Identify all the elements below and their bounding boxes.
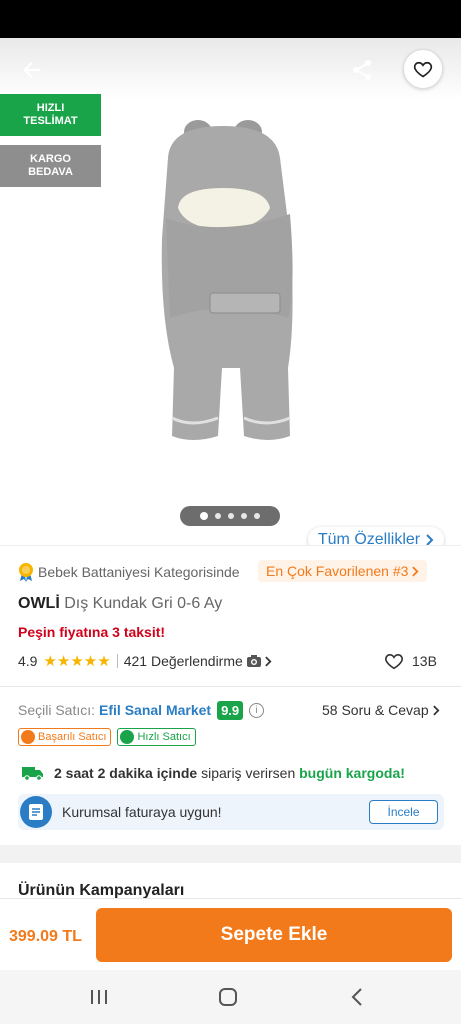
shipping-middle: sipariş verirsen: [197, 765, 300, 781]
qa-link[interactable]: 58 Soru & Cevap: [322, 698, 440, 722]
chevron-left-icon: [351, 988, 362, 1006]
recent-apps-icon: [91, 990, 107, 1004]
product-title: OWLİ Dış Kundak Gri 0-6 Ay: [18, 595, 222, 613]
successful-seller-chip: Başarılı Satıcı: [18, 728, 112, 746]
rating-stars: ★★★★★: [43, 653, 111, 670]
category-text: Bebek Battaniyesi Kategorisinde: [38, 564, 240, 580]
likes-counter[interactable]: 13B: [384, 650, 437, 672]
favorite-button[interactable]: [403, 49, 443, 89]
seller-chips: Başarılı Satıcı Hızlı Satıcı: [18, 728, 196, 746]
corporate-invoice-text: Kurumsal faturaya uygun!: [62, 804, 222, 820]
gallery-pager[interactable]: [180, 506, 280, 526]
likes-count: 13B: [412, 653, 437, 669]
fast-delivery-line2: TESLİMAT: [23, 115, 78, 127]
chip-label: Hızlı Satıcı: [137, 731, 191, 743]
nav-back-button[interactable]: [342, 982, 372, 1012]
rating-value: 4.9: [18, 653, 38, 669]
price: 399.09 TL: [9, 928, 82, 945]
status-bar: [0, 0, 461, 38]
fast-delivery-line1: HIZLI: [36, 102, 65, 114]
pager-dot[interactable]: [228, 513, 234, 519]
free-shipping-line1: KARGO: [30, 153, 71, 165]
share-icon: [353, 60, 371, 80]
free-shipping-badge: KARGO BEDAVA: [0, 145, 101, 187]
qa-label: 58 Soru & Cevap: [322, 702, 429, 718]
invoice-icon: [20, 796, 52, 828]
seller-name-link[interactable]: Efil Sanal Market: [99, 702, 211, 718]
recent-apps-button[interactable]: [84, 982, 114, 1012]
chevron-right-icon: [412, 566, 419, 576]
section-divider: [0, 845, 461, 863]
corporate-invoice-box: Kurumsal faturaya uygun! İncele: [18, 794, 444, 830]
heart-icon: [413, 61, 433, 78]
product-image[interactable]: [140, 118, 320, 448]
back-button[interactable]: [16, 54, 48, 86]
divider: [0, 686, 461, 687]
product-name: Dış Kundak Gri 0-6 Ay: [64, 595, 223, 612]
share-button[interactable]: [346, 54, 378, 86]
heart-icon: [385, 654, 403, 670]
installment-text: Peşin fiyatına 3 taksit!: [18, 624, 166, 640]
category-row: Bebek Battaniyesi Kategorisinde: [18, 560, 240, 584]
shipping-info: 2 saat 2 dakika içinde sipariş verirsen …: [22, 762, 405, 784]
pager-dot[interactable]: [254, 513, 260, 519]
brand-name[interactable]: OWLİ: [18, 595, 60, 612]
shipping-time: 2 saat 2 dakika içinde: [54, 765, 198, 781]
favorite-rank-chip[interactable]: En Çok Favorilenen #3: [258, 560, 428, 582]
home-button[interactable]: [213, 982, 243, 1012]
pager-dot[interactable]: [241, 513, 247, 519]
pager-dot[interactable]: [200, 512, 208, 520]
truck-icon: [120, 730, 135, 744]
favorite-rank-label: En Çok Favorilenen #3: [266, 563, 409, 579]
top-bar: [0, 38, 461, 100]
camera-icon: [246, 655, 261, 667]
add-to-cart-button[interactable]: Sepete Ekle: [96, 908, 452, 962]
info-icon[interactable]: i: [249, 702, 265, 718]
reviews-label: 421 Değerlendirme: [123, 653, 243, 669]
home-icon: [219, 988, 237, 1006]
truck-icon: [22, 767, 43, 781]
chevron-right-icon: [265, 656, 272, 666]
seller-row: Seçili Satıcı: Efil Sanal Market 9.9 i: [18, 698, 265, 722]
fast-delivery-badge: HIZLI TESLİMAT: [0, 94, 101, 136]
pager-dot[interactable]: [215, 513, 221, 519]
divider: [116, 654, 118, 668]
shipping-highlight: bugün kargoda!: [299, 765, 405, 781]
award-icon: [21, 730, 35, 744]
seller-label: Seçili Satıcı:: [18, 702, 96, 718]
free-shipping-line2: BEDAVA: [28, 166, 73, 178]
inspect-button[interactable]: İncele: [369, 800, 438, 824]
fast-seller-chip: Hızlı Satıcı: [117, 728, 196, 746]
medal-icon: [19, 563, 33, 582]
rating-row[interactable]: 4.9 ★★★★★ 421 Değerlendirme: [18, 650, 272, 672]
chip-label: Başarılı Satıcı: [38, 731, 107, 743]
reviews-link[interactable]: 421 Değerlendirme: [124, 653, 272, 669]
back-arrow-icon: [23, 62, 41, 78]
chevron-right-icon: [432, 705, 440, 715]
seller-score-badge: 9.9: [217, 700, 244, 720]
